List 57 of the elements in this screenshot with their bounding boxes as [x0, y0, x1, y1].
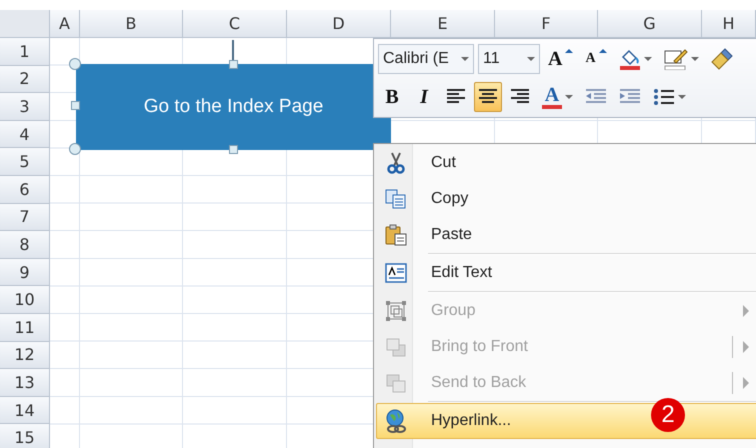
border-pencil-icon: [664, 48, 688, 70]
column-header[interactable]: H: [702, 10, 756, 38]
grow-font-button[interactable]: A: [544, 44, 578, 74]
row-header[interactable]: 4: [0, 120, 50, 148]
resize-handle[interactable]: [71, 101, 80, 110]
row-header[interactable]: 10: [0, 286, 50, 314]
row-header[interactable]: 2: [0, 66, 50, 94]
layers-icon: [385, 373, 407, 393]
column-header[interactable]: G: [598, 10, 702, 38]
globe-link-icon: [384, 409, 408, 433]
row-header[interactable]: 14: [0, 396, 50, 424]
layers-icon: [385, 337, 407, 357]
text-box-icon: [385, 263, 407, 283]
decrease-indent-icon: [585, 88, 607, 106]
menu-item[interactable]: Edit Text: [376, 255, 756, 291]
resize-handle[interactable]: [229, 145, 238, 154]
row-header[interactable]: 6: [0, 176, 50, 204]
row-header[interactable]: 5: [0, 148, 50, 176]
bulleted-list-icon: [653, 88, 675, 106]
row-header[interactable]: 12: [0, 342, 50, 370]
column-header[interactable]: A: [50, 10, 80, 38]
paintbrush-icon: [710, 48, 733, 70]
clipboard-icon: [385, 224, 407, 246]
dropdown-caret-icon[interactable]: [678, 95, 686, 99]
font-name-dropdown[interactable]: Calibri (E: [378, 44, 474, 74]
paint-bucket-icon: [618, 48, 641, 70]
font-size-dropdown[interactable]: 11: [478, 44, 540, 74]
align-left-icon: [446, 88, 466, 106]
menu-item[interactable]: Paste: [376, 217, 756, 253]
increase-indent-icon: [619, 88, 641, 106]
dropdown-caret-icon[interactable]: [565, 95, 573, 99]
italic-button[interactable]: I: [410, 82, 438, 112]
column-header[interactable]: B: [80, 10, 183, 38]
column-header[interactable]: D: [287, 10, 391, 38]
resize-handle[interactable]: [229, 60, 238, 69]
scissors-icon: [387, 152, 405, 174]
font-color-button[interactable]: A: [538, 82, 577, 112]
row-header[interactable]: 15: [0, 424, 50, 448]
align-right-icon: [510, 88, 530, 106]
row-header[interactable]: 7: [0, 204, 50, 232]
dropdown-caret-icon[interactable]: [690, 57, 699, 61]
row-header[interactable]: 8: [0, 231, 50, 259]
column-header[interactable]: F: [495, 10, 598, 38]
row-header[interactable]: 1: [0, 38, 50, 66]
row-header[interactable]: 9: [0, 258, 50, 286]
column-header[interactable]: C: [183, 10, 287, 38]
align-center-button[interactable]: [474, 82, 502, 112]
shrink-font-button[interactable]: A: [581, 44, 611, 74]
column-header[interactable]: E: [391, 10, 495, 38]
menu-item[interactable]: Copy: [376, 181, 756, 217]
row-header[interactable]: 3: [0, 93, 50, 121]
row-header[interactable]: 13: [0, 369, 50, 397]
row-header[interactable]: 11: [0, 314, 50, 342]
group-icon: [385, 300, 407, 322]
copy-icon: [385, 189, 407, 209]
dropdown-caret-icon[interactable]: [644, 57, 652, 61]
align-center-icon: [478, 88, 498, 106]
